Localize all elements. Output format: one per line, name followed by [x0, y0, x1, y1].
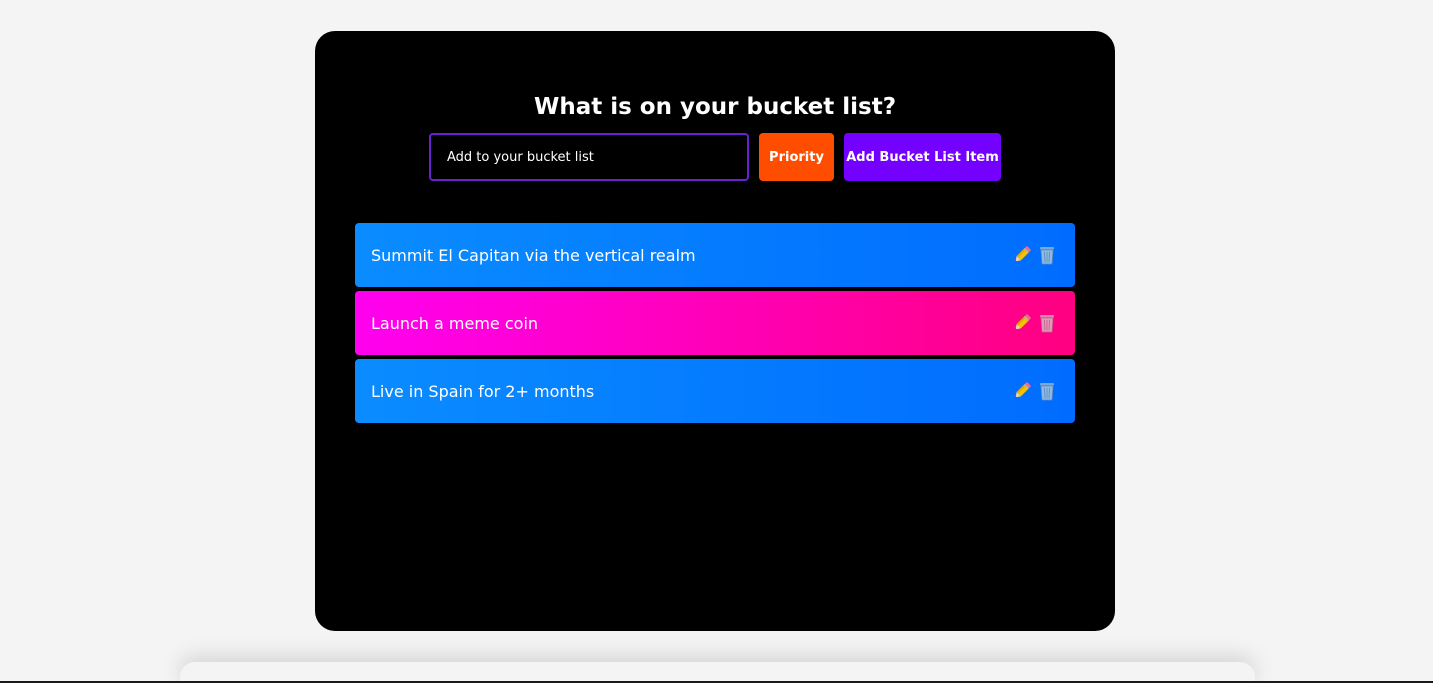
trash-icon[interactable] — [1035, 379, 1059, 403]
bucket-list: Summit El Capitan via the vertical realm — [355, 223, 1075, 427]
bucket-list-item-label[interactable]: Summit El Capitan via the vertical realm — [371, 246, 696, 265]
add-bucket-list-item-button[interactable]: Add Bucket List Item — [844, 133, 1001, 181]
item-actions — [1010, 243, 1059, 267]
page-title: What is on your bucket list? — [533, 94, 897, 120]
item-actions — [1010, 311, 1059, 335]
bucket-list-app: What is on your bucket list? Priority Ad… — [315, 31, 1115, 631]
bucket-list-item: Live in Spain for 2+ months — [355, 359, 1075, 423]
page: What is on your bucket list? Priority Ad… — [0, 0, 1433, 683]
bucket-list-item-label[interactable]: Launch a meme coin — [371, 314, 538, 333]
bucket-list-item: Summit El Capitan via the vertical realm — [355, 223, 1075, 287]
priority-button[interactable]: Priority — [759, 133, 834, 181]
bucket-list-input[interactable] — [429, 133, 749, 181]
pencil-icon[interactable] — [1010, 243, 1034, 267]
add-item-form: Priority Add Bucket List Item — [429, 133, 1001, 181]
pencil-icon[interactable] — [1010, 311, 1034, 335]
bucket-list-item: Launch a meme coin — [355, 291, 1075, 355]
item-actions — [1010, 379, 1059, 403]
trash-icon[interactable] — [1035, 243, 1059, 267]
pencil-icon[interactable] — [1010, 379, 1034, 403]
page-footer-shadow — [180, 662, 1255, 683]
bucket-list-item-label[interactable]: Live in Spain for 2+ months — [371, 382, 594, 401]
trash-icon[interactable] — [1035, 311, 1059, 335]
